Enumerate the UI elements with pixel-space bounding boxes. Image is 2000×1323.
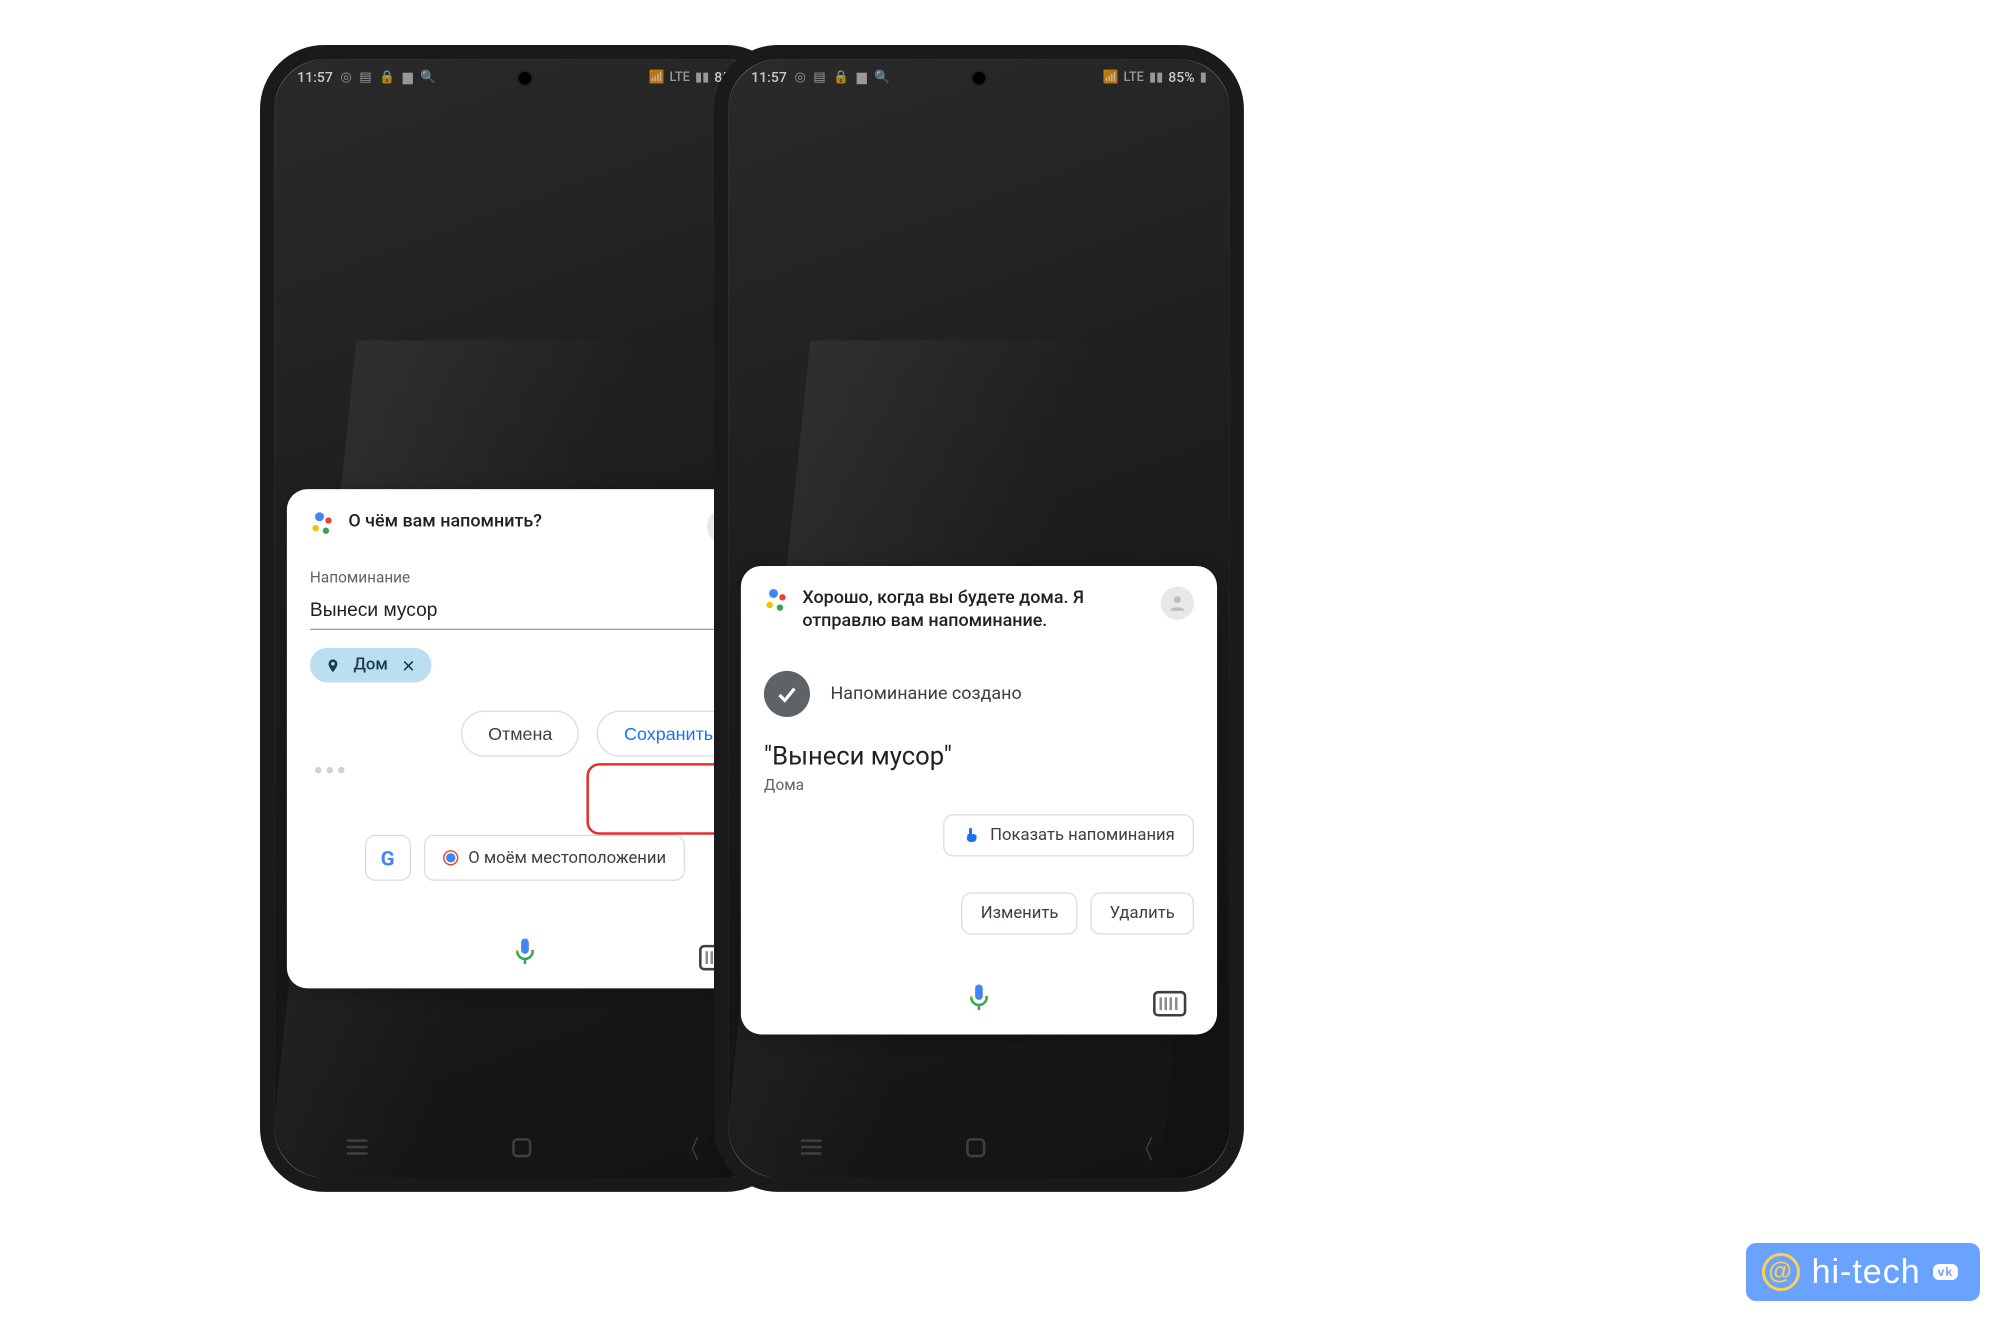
section-label: Напоминание [310, 569, 740, 587]
at-icon: @ [1762, 1253, 1800, 1291]
delete-button[interactable]: Удалить [1090, 893, 1194, 935]
gallery-icon: ▤ [813, 70, 825, 84]
assistant-logo-icon [310, 512, 333, 535]
lock-icon: 🔒 [379, 70, 395, 84]
assistant-logo-icon [764, 589, 787, 612]
search-icon: 🔍 [874, 70, 890, 84]
phone-left: 11:57 ◎ ▤ 🔒 ▆ 🔍 📶 LTE ▮▮ 85% ▮ О чём вам [260, 45, 790, 1192]
screen-right: 11:57 ◎ ▤ 🔒 ▆ 🔍 📶 LTE ▮▮ 85% ▮ Хорошо, к… [728, 59, 1230, 1178]
watermark-badge: @ hi-tech vk [1746, 1243, 1980, 1301]
close-icon[interactable] [401, 657, 416, 672]
mic-button[interactable] [960, 979, 998, 1017]
mic-button[interactable] [506, 932, 544, 970]
status-time: 11:57 [297, 69, 333, 86]
battery-icon: ▮ [1200, 70, 1207, 84]
gallery-icon: ▤ [359, 70, 371, 84]
loading-dots-icon [310, 762, 740, 779]
assistant-panel-create: О чём вам напомнить? Напоминание Дом Отм… [287, 489, 763, 988]
tap-icon [962, 827, 980, 845]
watermark-text: hi-tech [1812, 1255, 1921, 1289]
search-icon: 🔍 [420, 70, 436, 84]
wifi-icon: 📶 [1102, 70, 1118, 84]
vk-icon: vk [1933, 1264, 1958, 1280]
location-chip[interactable]: Дом [310, 648, 431, 683]
chart-icon: ▆ [403, 70, 413, 84]
profile-avatar[interactable] [1161, 586, 1194, 619]
show-reminders-label: Показать напоминания [990, 826, 1175, 845]
status-time: 11:57 [751, 69, 787, 86]
back-button[interactable]: 〈 [681, 1129, 699, 1166]
signal-icon: ▮▮ [1149, 70, 1163, 84]
assistant-panel-confirm: Хорошо, когда вы будете дома. Я отправлю… [741, 566, 1217, 1035]
assistant-response: Хорошо, когда вы будете дома. Я отправлю… [802, 586, 1145, 633]
checkmark-icon [764, 671, 810, 717]
back-button[interactable]: 〈 [1135, 1129, 1153, 1166]
wifi-icon: 📶 [648, 70, 664, 84]
home-button[interactable] [967, 1137, 986, 1156]
google-logo-icon: G [381, 846, 395, 870]
reminder-input[interactable] [310, 594, 740, 630]
signal-icon: ▮▮ [695, 70, 709, 84]
lock-icon: 🔒 [833, 70, 849, 84]
show-reminders-button[interactable]: Показать напоминания [943, 815, 1194, 857]
reminder-location: Дома [764, 776, 1194, 794]
chart-icon: ▆ [857, 70, 867, 84]
cancel-button[interactable]: Отмена [461, 711, 579, 757]
lte-icon: LTE [670, 70, 690, 84]
suggestion-chip[interactable]: О моём местоположении [423, 835, 685, 881]
suggestion-label: О моём местоположении [468, 848, 666, 867]
recents-button[interactable] [801, 1139, 821, 1154]
google-button[interactable]: G [365, 835, 411, 881]
chip-label: Дом [353, 656, 387, 675]
pin-icon [325, 656, 340, 674]
instagram-icon: ◎ [795, 70, 806, 84]
edit-button[interactable]: Изменить [962, 893, 1078, 935]
home-button[interactable] [513, 1137, 532, 1156]
keyboard-icon[interactable] [1153, 991, 1186, 1017]
recents-button[interactable] [347, 1139, 367, 1154]
status-bar: 11:57 ◎ ▤ 🔒 ▆ 🔍 📶 LTE ▮▮ 85% ▮ [728, 59, 1230, 95]
lte-icon: LTE [1124, 70, 1144, 84]
android-nav: 〈 [728, 1124, 1230, 1170]
created-label: Напоминание создано [830, 684, 1021, 704]
lens-icon [443, 850, 458, 865]
status-bar: 11:57 ◎ ▤ 🔒 ▆ 🔍 📶 LTE ▮▮ 85% ▮ [274, 59, 776, 95]
android-nav: 〈 [274, 1124, 776, 1170]
reminder-title: "Вынеси мусор" [764, 741, 1194, 772]
status-battery: 85% [1168, 69, 1194, 86]
assistant-prompt: О чём вам напомнить? [348, 510, 691, 533]
instagram-icon: ◎ [341, 70, 352, 84]
screen-left: 11:57 ◎ ▤ 🔒 ▆ 🔍 📶 LTE ▮▮ 85% ▮ О чём вам [274, 59, 776, 1178]
phone-right: 11:57 ◎ ▤ 🔒 ▆ 🔍 📶 LTE ▮▮ 85% ▮ Хорошо, к… [714, 45, 1244, 1192]
